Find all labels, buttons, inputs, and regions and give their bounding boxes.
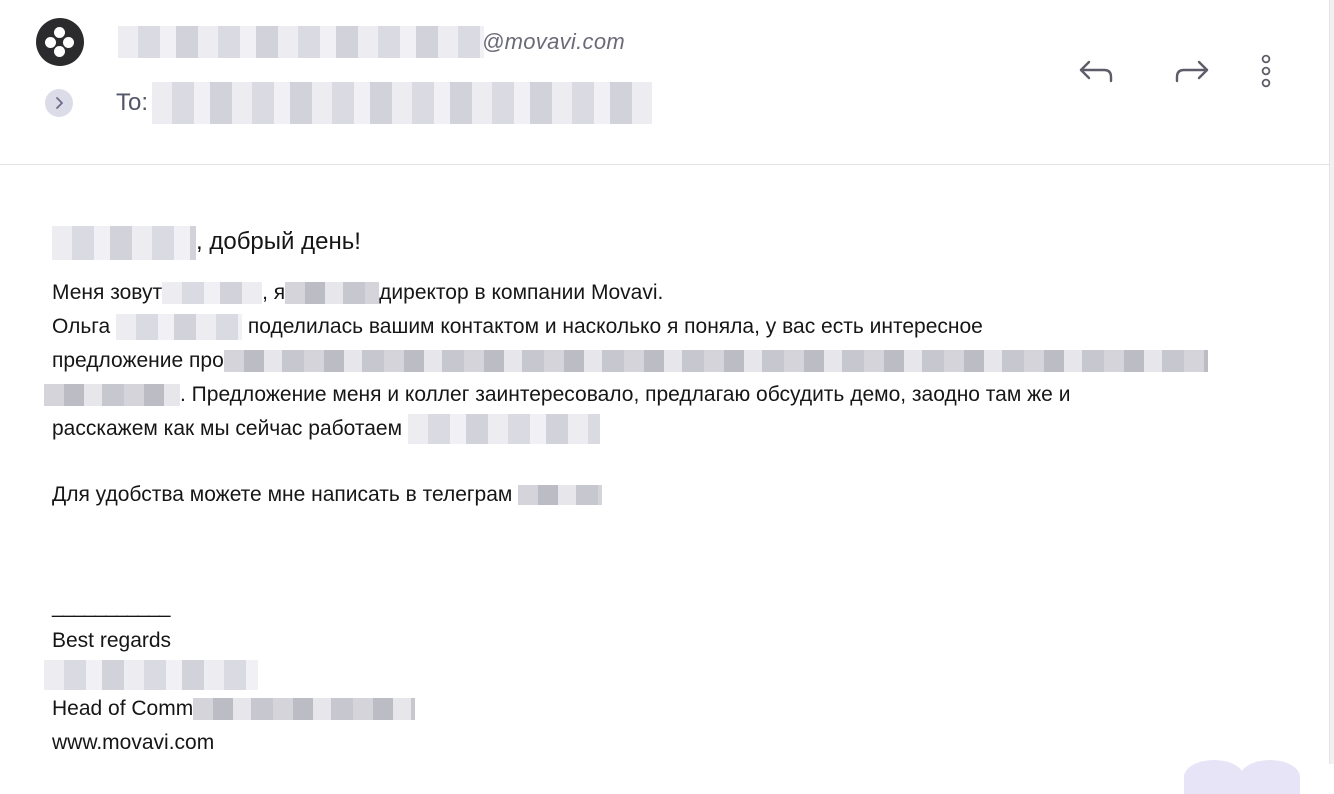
logo-dot [45,37,56,48]
expand-recipients-button[interactable] [45,89,73,117]
sender-email-domain: @movavi.com [482,29,625,54]
forward-button[interactable] [1170,54,1214,90]
scrollbar-track[interactable] [1329,0,1334,764]
redacted-sender-full-name [44,660,258,691]
forward-icon [1175,60,1209,83]
paragraph-line: Ольга поделилась вашим контактом и наско… [52,310,1292,344]
email-body: , добрый день! Меня зовут , я директор в к… [44,222,1292,760]
email-header: @movavi.com To: [0,0,1330,165]
signature-rule-text: ___________ [52,595,170,618]
redacted-text [407,414,600,445]
reply-icon [1079,60,1113,83]
website-text: www.movavi.com [52,731,215,754]
body-text: директор в компании Movavi. [379,281,664,304]
paragraph-line: . Предложение меня и коллег заинтересова… [44,378,1292,412]
body-text: . Предложение меня и коллег заинтересова… [180,383,1071,406]
redacted-name [116,314,243,341]
redacted-telegram-handle [518,485,603,506]
redacted-sender-name [118,26,484,58]
more-options-button[interactable] [1254,50,1278,92]
greeting-text: , добрый день! [196,228,361,255]
corner-decoration [1184,754,1304,794]
signature-closing: Best regards [52,624,1292,658]
paragraph-line: Для удобства можете мне написать в телег… [52,478,1292,512]
sender-address: @movavi.com [118,26,625,58]
signature-separator: ___________ [52,590,1292,624]
signature-website: www.movavi.com [52,726,1292,760]
redacted-role [285,282,380,305]
greeting-line: , добрый день! [52,222,1292,260]
paragraph-line: предложение про [52,344,1292,378]
logo-dot [54,46,65,57]
body-text: поделилась вашим контактом и насколько я… [247,315,983,338]
logo-dot [63,37,74,48]
more-vertical-icon [1261,54,1271,88]
chevron-right-icon [56,97,63,109]
paragraph-line: расскажем как мы сейчас работаем [52,412,1292,446]
redacted-recipients [152,82,653,124]
movavi-logo-icon [54,27,65,38]
closing-text: Best regards [52,629,172,652]
body-text: предложение про [52,349,224,372]
title-text: Head of Comm [52,697,194,720]
reply-button[interactable] [1074,54,1118,90]
body-text: расскажем как мы сейчас работаем [52,417,403,440]
paragraph-line: Меня зовут , я директор в компании Movavi. [52,276,1292,310]
body-text: , я [262,281,286,304]
body-text: Для удобства можете мне написать в телег… [52,483,513,506]
signature-name [44,658,1292,692]
sender-avatar [36,18,84,66]
recipients-row: To: [116,82,653,124]
redacted-recipient-name [52,225,196,260]
body-text: Меня зовут [52,281,163,304]
body-text: Ольга [52,315,111,338]
signature-title: Head of Comm [52,692,1292,726]
redacted-text [44,384,180,407]
redacted-title [193,698,416,721]
redacted-text [223,350,1208,373]
redacted-name [162,282,263,305]
to-label: To: [116,89,149,116]
